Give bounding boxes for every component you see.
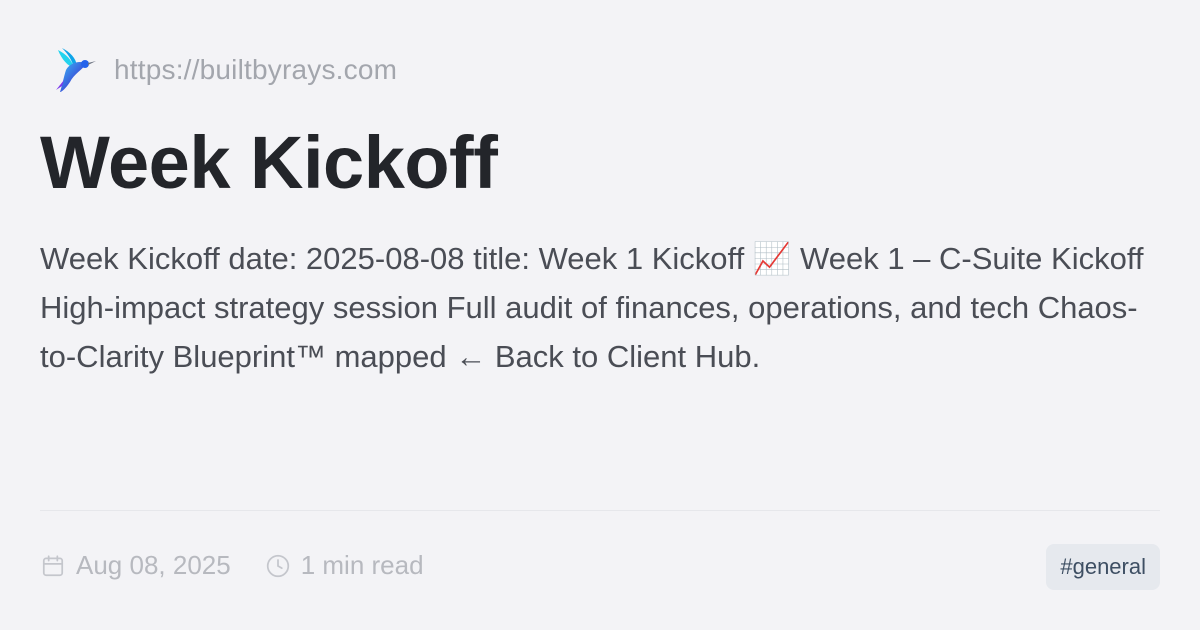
hummingbird-logo-icon[interactable] (52, 46, 96, 94)
post-description: Week Kickoff date: 2025-08-08 title: Wee… (40, 241, 1144, 374)
post-meta: Aug 08, 2025 1 min read (40, 550, 458, 581)
post-date-text: Aug 08, 2025 (76, 550, 231, 580)
site-header: https://builtbyrays.com (52, 46, 397, 94)
read-time-text: 1 min read (300, 550, 424, 580)
clock-icon (266, 554, 289, 577)
calendar-icon (42, 554, 64, 576)
post-title: Week Kickoff (40, 121, 498, 204)
site-url-link[interactable]: https://builtbyrays.com (114, 54, 397, 86)
post-read-time: 1 min read (265, 550, 424, 581)
tag-chip-general[interactable]: #general (1046, 544, 1160, 590)
divider (40, 510, 1160, 511)
post-date: Aug 08, 2025 (40, 550, 231, 581)
